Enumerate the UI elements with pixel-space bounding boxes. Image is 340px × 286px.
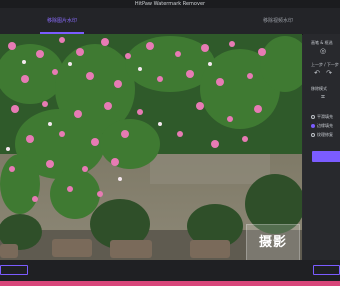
tab-remove-video-watermark-label: 移除视频水印 [262,18,293,24]
redo-icon[interactable]: ↷ [325,69,333,77]
mode-smooth-fill-radio[interactable] [311,115,315,119]
remove-now-button[interactable] [312,151,340,162]
crop-icon[interactable]: ⌗ [319,93,327,101]
mode-texture-repair-radio[interactable] [311,133,315,137]
image-canvas[interactable]: 摄影 [0,34,302,260]
tab-remove-image-watermark-label: 移除图片水印 [46,18,77,24]
export-button[interactable] [313,265,340,275]
mode-texture-repair[interactable]: 纹理修复 [311,132,333,138]
tools-sidebar: 画笔 & 框选 ◎ 上一步 / 下一步 ↶ ↷ 移除模式 ⌗ 平滑填充 边缘填充… [303,34,340,260]
undo-redo-label: 上一步 / 下一步 [311,62,339,67]
brush-select-label: 画笔 & 框选 [311,40,333,45]
tab-bar: 移除图片水印 移除视频水印 [0,8,340,35]
mode-edge-fill[interactable]: 边缘填充 [311,123,333,129]
back-button[interactable] [0,265,28,275]
mode-smooth-fill[interactable]: 平滑填充 [311,114,333,120]
mode-edge-fill-radio[interactable] [311,124,315,128]
tab-remove-video-watermark[interactable]: 移除视频水印 [216,8,340,34]
tab-remove-image-watermark[interactable]: 移除图片水印 [0,8,124,34]
taskbar-strip [0,281,340,286]
removal-mode-label: 移除模式 [311,86,327,91]
mode-smooth-fill-label: 平滑填充 [317,114,333,119]
undo-icon[interactable]: ↶ [313,69,321,77]
brush-icon[interactable]: ◎ [319,47,327,55]
watermark-overlay[interactable]: 摄影 [246,224,300,260]
mode-texture-repair-label: 纹理修复 [317,132,333,137]
window-title: HitPaw Watermark Remover [0,0,340,8]
mode-edge-fill-label: 边缘填充 [317,123,333,128]
